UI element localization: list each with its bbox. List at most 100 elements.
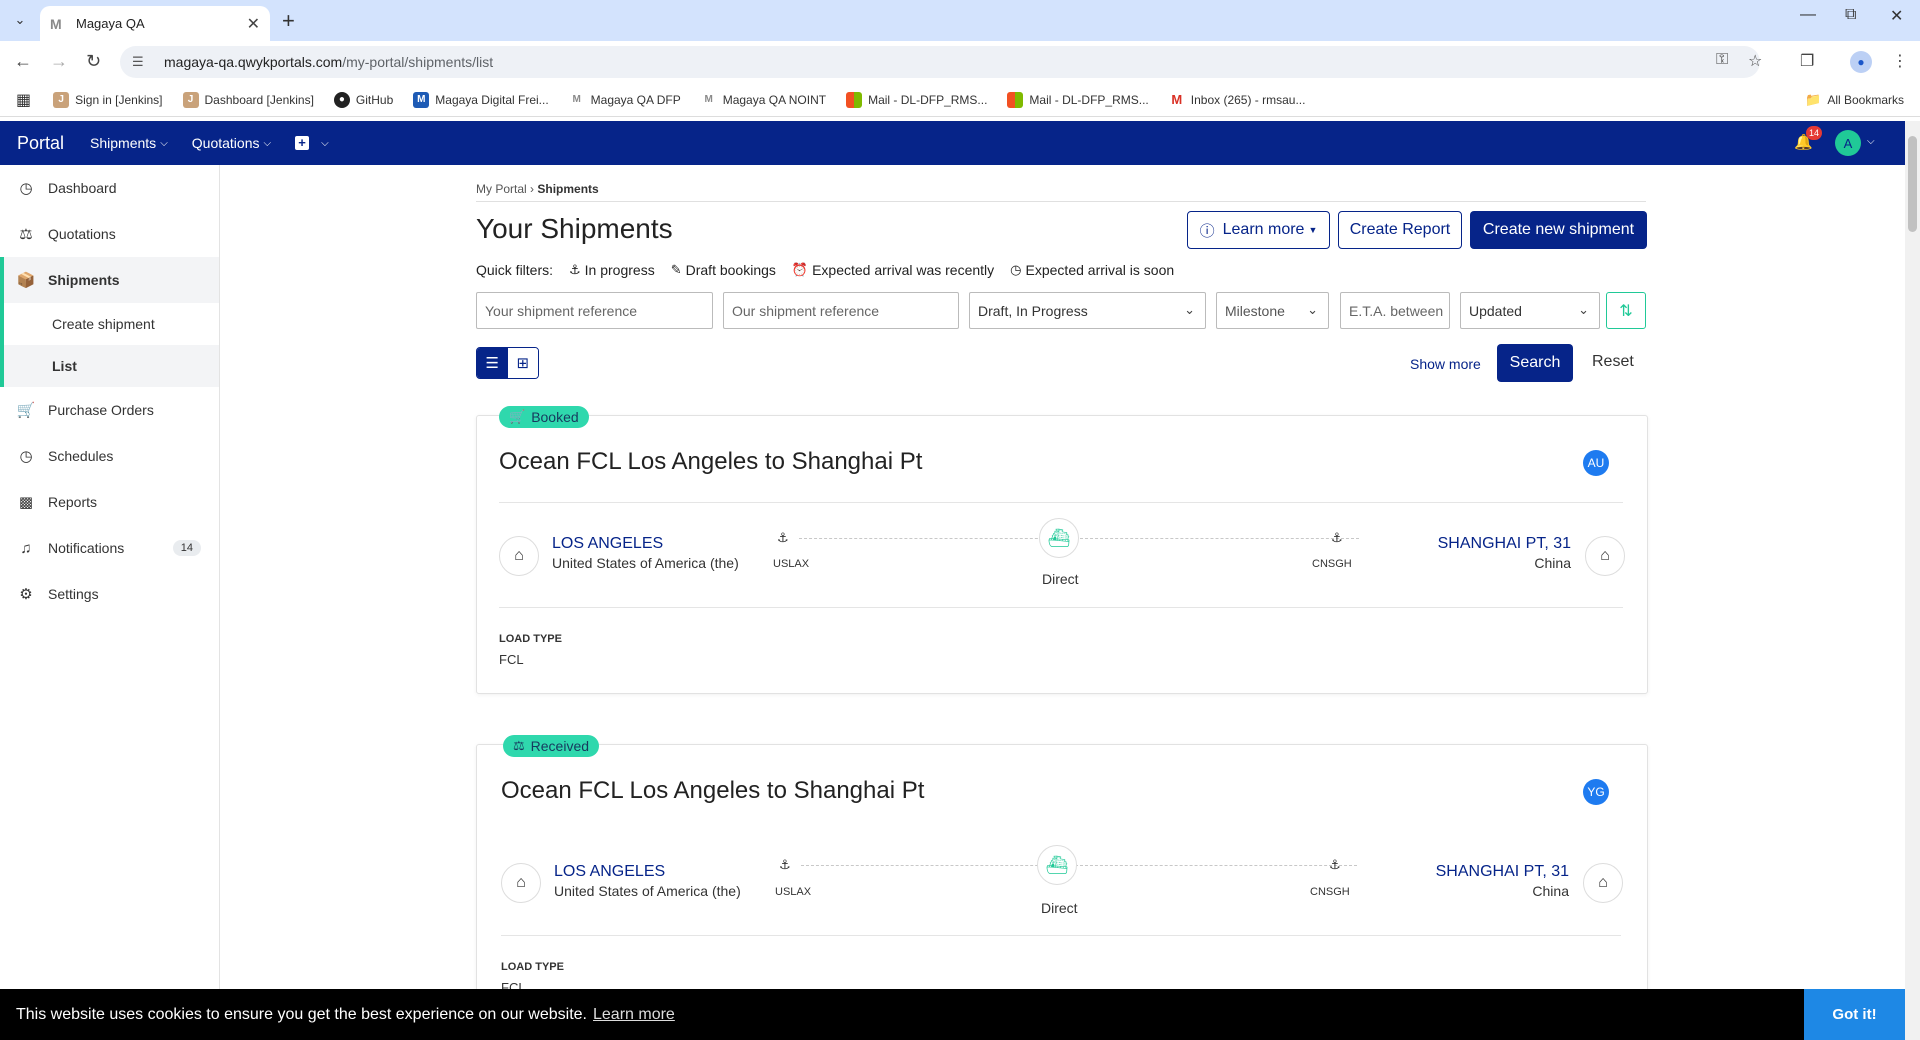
- chevron-down-icon: ⌄: [1307, 302, 1318, 317]
- sidebar-item-settings[interactable]: ⚙ Settings: [0, 571, 219, 617]
- browser-profile-avatar[interactable]: ●: [1850, 51, 1872, 73]
- browser-tab[interactable]: M Magaya QA ✕: [40, 6, 270, 41]
- quick-filter-label: Expected arrival was recently: [812, 262, 995, 278]
- sidebar-item-quotations[interactable]: ⚖ Quotations: [0, 211, 219, 257]
- nav-shipments[interactable]: Shipments ⌵: [90, 135, 168, 151]
- window-close-icon[interactable]: ✕: [1890, 6, 1903, 26]
- search-button[interactable]: Search: [1497, 344, 1573, 382]
- chevron-down-icon: ⌄: [1184, 302, 1195, 317]
- quick-filter-arrival-recently[interactable]: ⏰ Expected arrival was recently: [792, 262, 994, 278]
- divider: [499, 502, 1623, 503]
- create-new-shipment-button[interactable]: Create new shipment: [1470, 211, 1647, 249]
- sidebar-subitem-list[interactable]: List: [0, 345, 219, 387]
- bookmark-item[interactable]: Mail - DL-DFP_RMS...: [846, 91, 987, 108]
- sidebar-item-notifications[interactable]: ♫ Notifications 14: [0, 525, 219, 571]
- list-view-button[interactable]: ☰: [477, 348, 508, 378]
- extensions-icon[interactable]: ❐: [1800, 51, 1814, 71]
- bookmark-label: Dashboard [Jenkins]: [204, 92, 314, 107]
- url-field[interactable]: ☰ magaya-qa.qwykportals.com/my-portal/sh…: [120, 46, 1760, 78]
- cookie-banner: This website uses cookies to ensure you …: [0, 989, 1905, 1040]
- sidebar-item-purchase-orders[interactable]: 🛒 Purchase Orders: [0, 387, 219, 433]
- sidebar-item-label: Schedules: [48, 448, 114, 464]
- shipment-card[interactable]: 🛒 Booked Ocean FCL Los Angeles to Shangh…: [476, 406, 1648, 694]
- cookie-message: This website uses cookies to ensure you …: [16, 1005, 587, 1023]
- status-select-value: Draft, In Progress: [978, 302, 1088, 319]
- bookmark-item[interactable]: M Magaya QA NOINT: [701, 92, 827, 108]
- status-select[interactable]: Draft, In Progress ⌄: [969, 292, 1206, 329]
- shipment-title[interactable]: Ocean FCL Los Angeles to Shanghai Pt: [501, 777, 924, 805]
- milestone-select[interactable]: Milestone ⌄: [1216, 292, 1329, 329]
- breadcrumb-root[interactable]: My Portal: [476, 182, 527, 196]
- bookmark-item[interactable]: J Dashboard [Jenkins]: [182, 91, 314, 108]
- restore-icon[interactable]: ⧉: [1845, 6, 1856, 24]
- warehouse-icon: ⌂: [501, 863, 541, 903]
- sidebar-item-shipments[interactable]: 📦 Shipments: [0, 257, 219, 303]
- cookie-learn-more-link[interactable]: Learn more: [593, 1006, 675, 1024]
- eta-between-input[interactable]: [1349, 302, 1449, 319]
- back-arrow-icon[interactable]: ←: [14, 51, 32, 72]
- show-more-link[interactable]: Show more: [1410, 356, 1481, 372]
- destination-name[interactable]: SHANGHAI PT, 31: [1438, 535, 1571, 553]
- bookmark-item[interactable]: J Sign in [Jenkins]: [53, 91, 163, 108]
- dashboard-icon: ◷: [19, 180, 33, 197]
- sort-select[interactable]: Updated ⌄: [1460, 292, 1600, 329]
- your-reference-input[interactable]: [485, 302, 712, 319]
- scrollbar-track[interactable]: [1905, 121, 1920, 1040]
- nav-quotations[interactable]: Quotations ⌵: [192, 135, 271, 151]
- all-bookmarks[interactable]: 📁 All Bookmarks: [1805, 92, 1904, 108]
- origin-name[interactable]: LOS ANGELES: [552, 535, 663, 553]
- notification-count-badge: 14: [1806, 126, 1823, 140]
- origin-country: United States of America (the): [552, 555, 739, 571]
- our-reference-field[interactable]: [723, 292, 959, 329]
- sidebar-item-dashboard[interactable]: ◷ Dashboard: [0, 165, 219, 211]
- chevron-down-icon[interactable]: ⌵: [1867, 136, 1875, 147]
- scrollbar-thumb[interactable]: [1908, 136, 1917, 232]
- create-report-button[interactable]: Create Report: [1338, 211, 1462, 249]
- microsoft-icon: [1007, 91, 1024, 108]
- bookmark-item[interactable]: Mail - DL-DFP_RMS...: [1007, 91, 1149, 108]
- eta-between-field[interactable]: [1340, 292, 1450, 329]
- browser-menu-icon[interactable]: ⋮: [1892, 51, 1908, 71]
- bookmark-star-icon[interactable]: ☆: [1748, 51, 1762, 71]
- tab-search-chevron-icon[interactable]: ⌄: [8, 8, 32, 32]
- load-type-label: LOAD TYPE: [499, 633, 562, 645]
- shipment-title[interactable]: Ocean FCL Los Angeles to Shanghai Pt: [499, 448, 922, 476]
- user-avatar[interactable]: A: [1835, 130, 1861, 156]
- bookmark-item[interactable]: M Magaya QA DFP: [569, 92, 680, 108]
- your-reference-field[interactable]: [476, 292, 713, 329]
- bookmark-label: Magaya Digital Frei...: [435, 92, 549, 107]
- reset-button[interactable]: Reset: [1592, 353, 1634, 371]
- quick-filter-arrival-soon[interactable]: ◷ Expected arrival is soon: [1010, 262, 1174, 278]
- new-tab-plus-icon[interactable]: +: [282, 8, 295, 34]
- shipment-card[interactable]: ⚖ Received Ocean FCL Los Angeles to Shan…: [476, 735, 1648, 1004]
- anchor-icon: ⚓: [1331, 530, 1343, 545]
- forklift-icon: ⚖: [513, 738, 525, 753]
- grid-view-button[interactable]: ⊞: [507, 348, 538, 378]
- learn-more-button[interactable]: ⓘ Learn more ▼: [1187, 211, 1330, 249]
- bookmark-item[interactable]: ● GitHub: [333, 91, 393, 108]
- sidebar-item-reports[interactable]: ▩ Reports: [0, 479, 219, 525]
- bookmark-item[interactable]: M Magaya Digital Frei...: [413, 91, 549, 108]
- forward-arrow-icon[interactable]: →: [50, 51, 68, 72]
- nav-create-menu[interactable]: + ⌵: [295, 136, 329, 150]
- tab-close-icon[interactable]: ✕: [247, 14, 260, 34]
- destination-name[interactable]: SHANGHAI PT, 31: [1436, 863, 1569, 881]
- minimize-icon[interactable]: —: [1800, 6, 1816, 24]
- apps-grid-icon[interactable]: ▦: [16, 90, 31, 110]
- reload-icon[interactable]: ↻: [86, 51, 101, 72]
- site-settings-icon[interactable]: ☰: [132, 54, 152, 70]
- magaya-icon: M: [572, 94, 581, 105]
- cookie-accept-button[interactable]: Got it!: [1804, 989, 1905, 1040]
- quick-filter-in-progress[interactable]: ⚓ In progress: [569, 262, 655, 278]
- view-toggle: ☰ ⊞: [476, 347, 539, 379]
- sort-direction-button[interactable]: ⇅: [1606, 292, 1646, 329]
- sidebar-subitem-create-shipment[interactable]: Create shipment: [0, 303, 219, 345]
- bookmark-item[interactable]: M Inbox (265) - rmsau...: [1169, 92, 1305, 108]
- password-key-icon[interactable]: ⚿: [1716, 51, 1728, 69]
- origin-name[interactable]: LOS ANGELES: [554, 863, 665, 881]
- address-bar-row: ← → ↻ ☰ magaya-qa.qwykportals.com/my-por…: [0, 41, 1920, 83]
- our-reference-input[interactable]: [732, 302, 958, 319]
- brand-logo[interactable]: Portal: [17, 133, 64, 154]
- quick-filter-draft-bookings[interactable]: ✎ Draft bookings: [671, 262, 776, 278]
- sidebar-item-schedules[interactable]: ◷ Schedules: [0, 433, 219, 479]
